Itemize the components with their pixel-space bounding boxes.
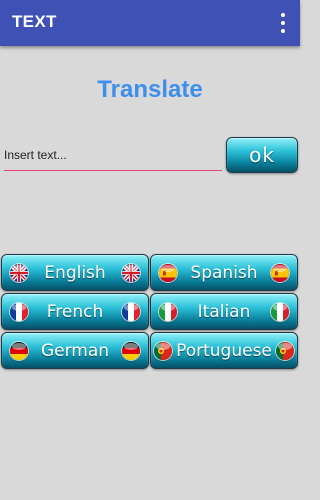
spain-flag-icon xyxy=(271,263,289,282)
spain-flag-icon xyxy=(159,263,177,282)
text-input[interactable] xyxy=(4,140,222,170)
uk-flag-icon xyxy=(122,263,140,282)
italian-label: Italian xyxy=(197,301,251,322)
french-button[interactable]: French xyxy=(1,293,149,330)
app-title: TEXT xyxy=(12,12,57,31)
germany-flag-icon xyxy=(10,341,28,360)
uk-flag-icon xyxy=(10,263,28,282)
france-flag-icon xyxy=(122,302,140,321)
ok-button-label: ok xyxy=(249,143,275,167)
portugal-flag-icon xyxy=(276,341,294,360)
portugal-flag-icon xyxy=(154,341,172,360)
ok-button[interactable]: ok xyxy=(226,137,298,173)
page-title: Translate xyxy=(97,76,203,103)
english-button[interactable]: English xyxy=(1,254,149,291)
france-flag-icon xyxy=(10,302,28,321)
german-button[interactable]: German xyxy=(1,332,149,369)
italian-button[interactable]: Italian xyxy=(150,293,298,330)
italy-flag-icon xyxy=(159,302,177,321)
english-label: English xyxy=(44,262,106,283)
germany-flag-icon xyxy=(122,341,140,360)
text-input-container xyxy=(4,140,222,171)
app-bar: TEXT xyxy=(0,0,300,46)
portuguese-label: Portuguese xyxy=(176,340,272,361)
italy-flag-icon xyxy=(271,302,289,321)
more-vert-icon[interactable] xyxy=(276,13,290,33)
french-label: French xyxy=(46,301,104,322)
spanish-label: Spanish xyxy=(190,262,258,283)
german-label: German xyxy=(40,340,110,361)
spanish-button[interactable]: Spanish xyxy=(150,254,298,291)
portuguese-button[interactable]: Portuguese xyxy=(150,332,298,369)
